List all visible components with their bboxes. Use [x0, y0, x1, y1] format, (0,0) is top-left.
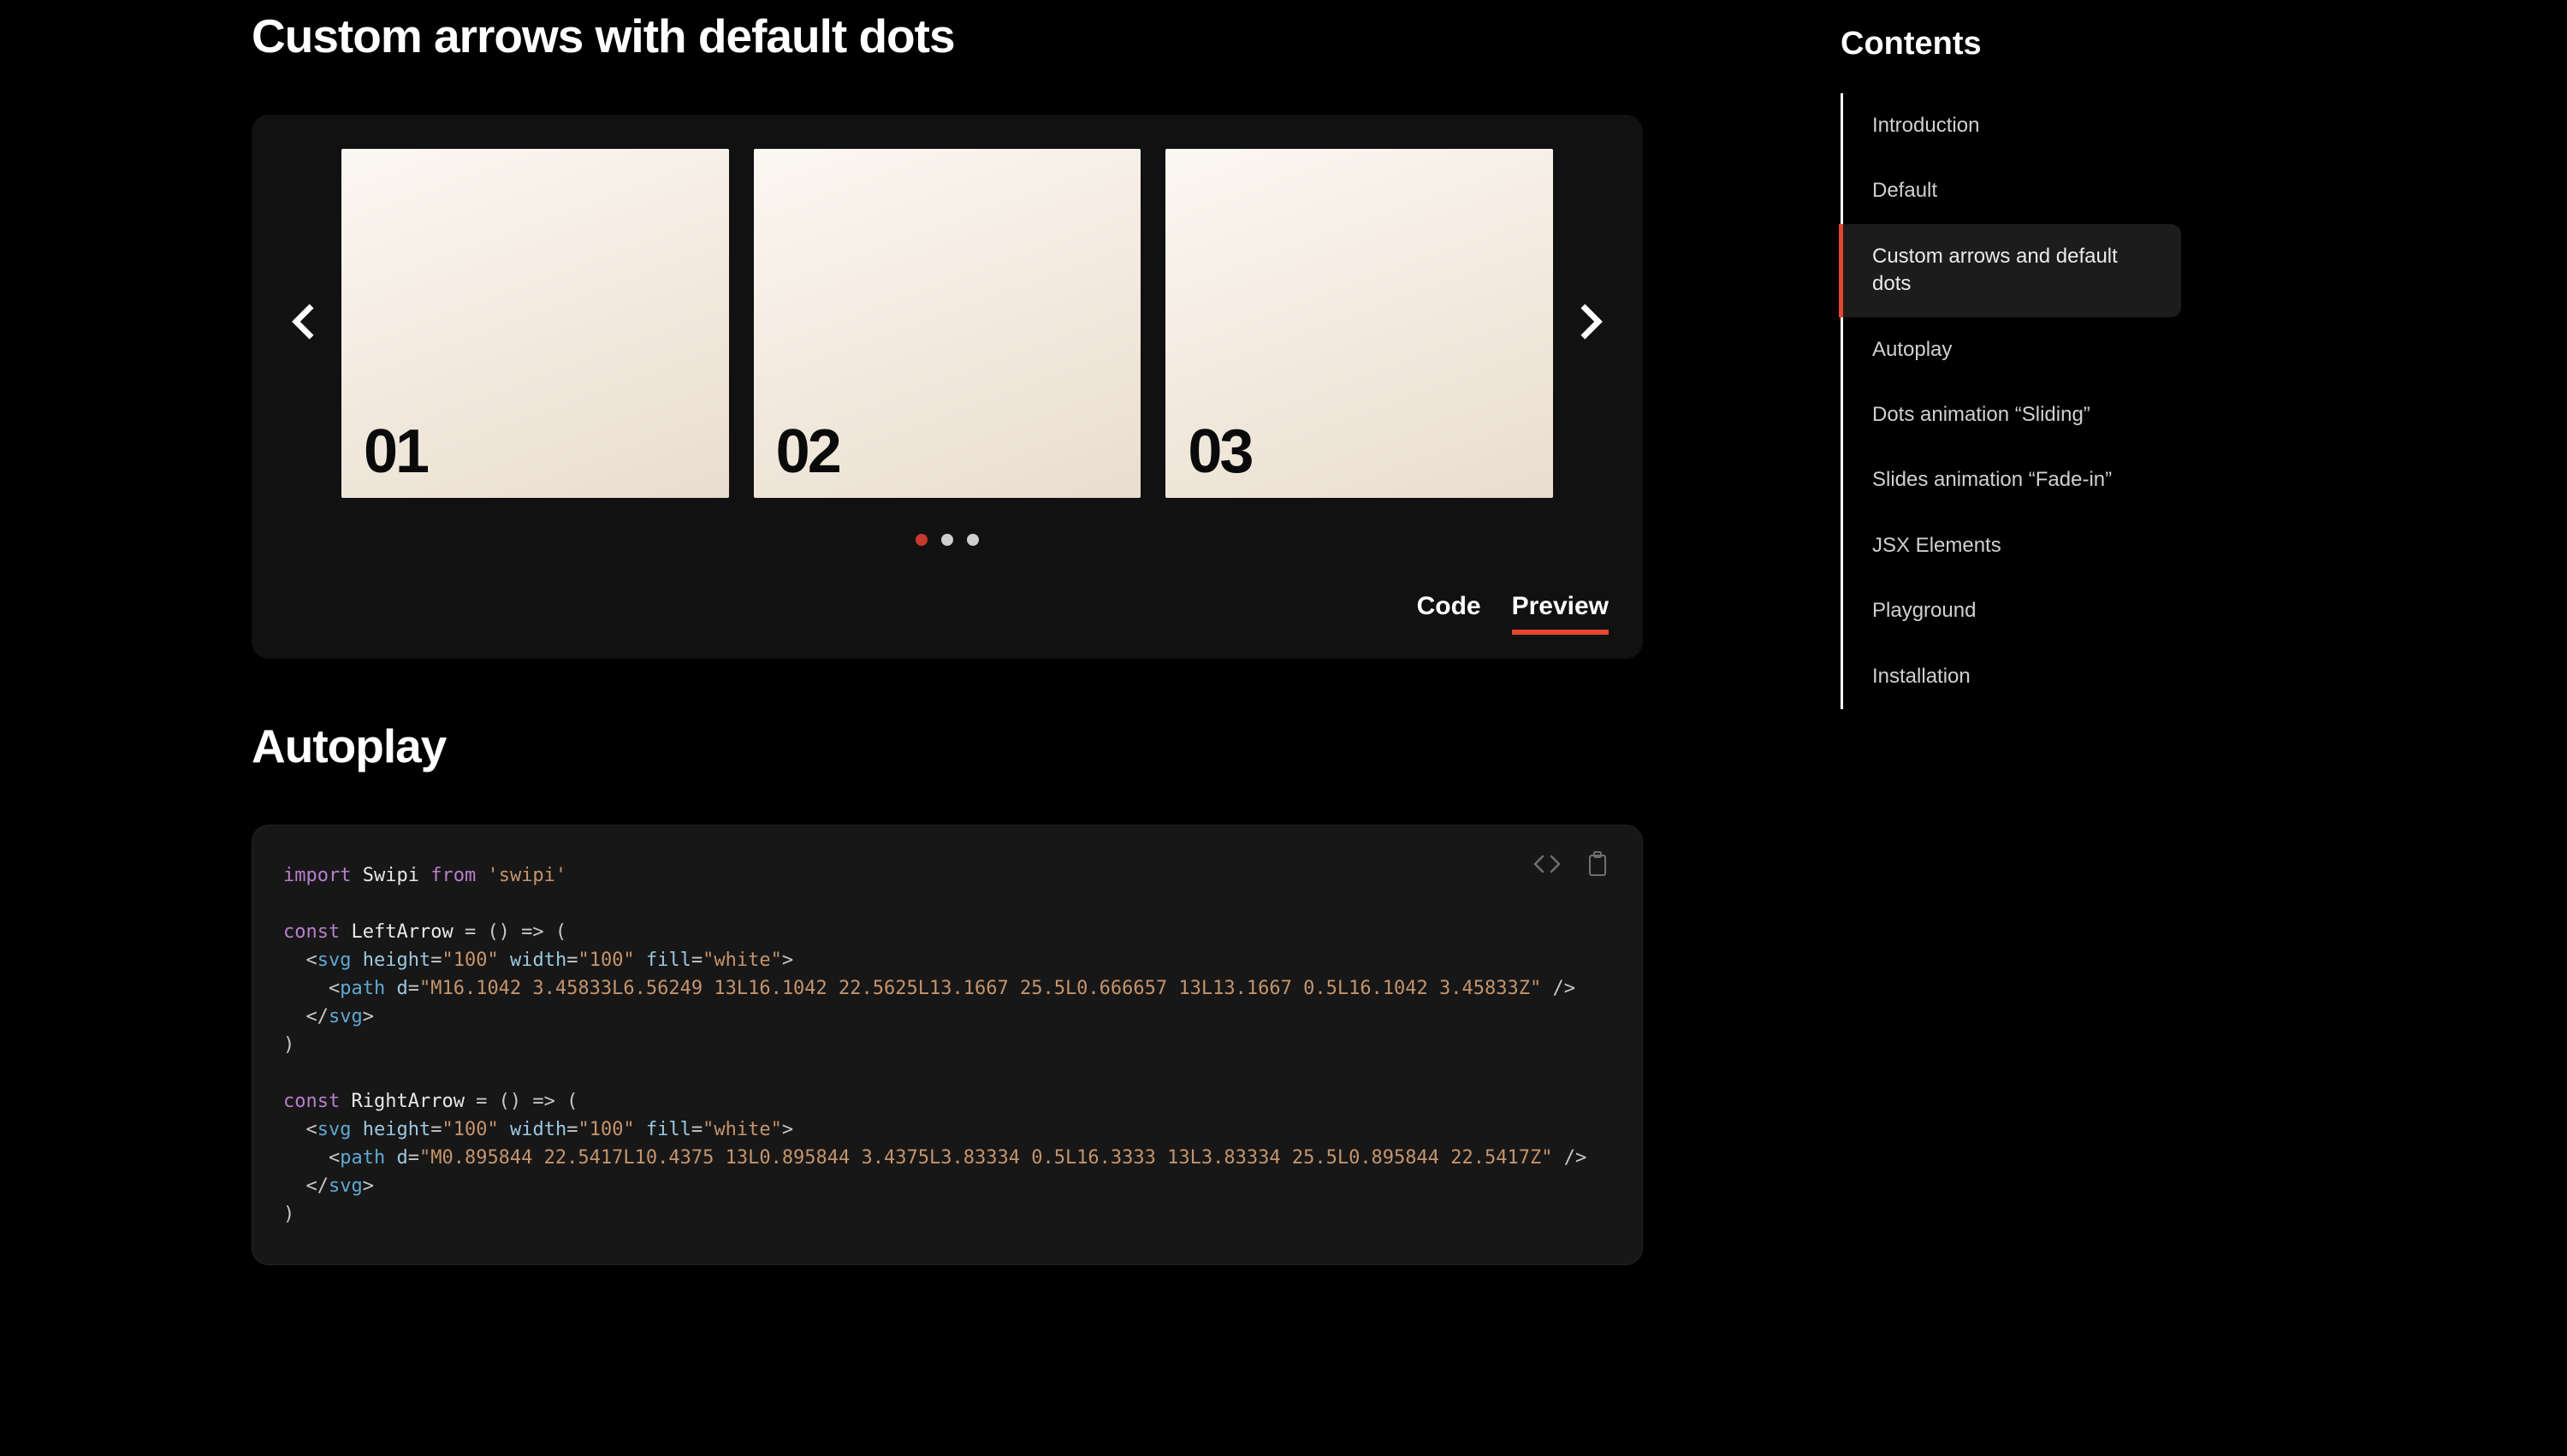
- demo-tabs: Code Preview: [286, 592, 1609, 635]
- code-demo-card: import Swipi from 'swipi' const LeftArro…: [252, 825, 1643, 1265]
- carousel-dot[interactable]: [967, 534, 979, 546]
- toc-item[interactable]: Custom arrows and default dots: [1839, 224, 2181, 317]
- slide-number: 03: [1188, 421, 1251, 482]
- carousel-dot[interactable]: [941, 534, 953, 546]
- carousel-demo-card: 01 02 03: [252, 115, 1643, 659]
- carousel-row: 01 02 03: [286, 149, 1609, 498]
- clipboard-icon[interactable]: [1587, 851, 1608, 881]
- carousel-next-button[interactable]: [1574, 302, 1609, 345]
- tab-code[interactable]: Code: [1417, 592, 1481, 635]
- code-brackets-icon[interactable]: [1532, 854, 1562, 879]
- slide-number: 02: [776, 421, 839, 482]
- slide[interactable]: 03: [1165, 149, 1553, 498]
- main-content: Custom arrows with default dots 01 02: [0, 0, 1643, 1265]
- carousel-dots: [286, 534, 1609, 546]
- toc-item[interactable]: JSX Elements: [1843, 513, 2185, 578]
- carousel-prev-button[interactable]: [286, 302, 320, 345]
- carousel-dot[interactable]: [916, 534, 928, 546]
- chevron-left-icon: [291, 301, 315, 345]
- toc-item[interactable]: Default: [1843, 158, 2185, 223]
- toc-item[interactable]: Installation: [1843, 644, 2185, 709]
- toc-item[interactable]: Slides animation “Fade-in”: [1843, 447, 2185, 512]
- slide-number: 01: [364, 421, 427, 482]
- code-content[interactable]: import Swipi from 'swipi' const LeftArro…: [283, 861, 1611, 1228]
- section-title-autoplay: Autoplay: [252, 719, 1643, 773]
- toc-title: Contents: [1841, 26, 2310, 62]
- toc-item[interactable]: Autoplay: [1843, 317, 2185, 382]
- slide[interactable]: 01: [341, 149, 729, 498]
- section-title-custom-arrows: Custom arrows with default dots: [252, 9, 1643, 63]
- slides-row: 01 02 03: [341, 149, 1553, 498]
- toc-item[interactable]: Dots animation “Sliding”: [1843, 382, 2185, 447]
- toc-item[interactable]: Playground: [1843, 578, 2185, 643]
- toc-list: IntroductionDefaultCustom arrows and def…: [1841, 93, 2310, 709]
- table-of-contents: Contents IntroductionDefaultCustom arrow…: [1643, 0, 2310, 1265]
- chevron-right-icon: [1580, 301, 1604, 345]
- tab-preview[interactable]: Preview: [1512, 592, 1609, 635]
- code-actions: [1532, 851, 1608, 881]
- toc-item[interactable]: Introduction: [1843, 93, 2185, 158]
- slide[interactable]: 02: [754, 149, 1141, 498]
